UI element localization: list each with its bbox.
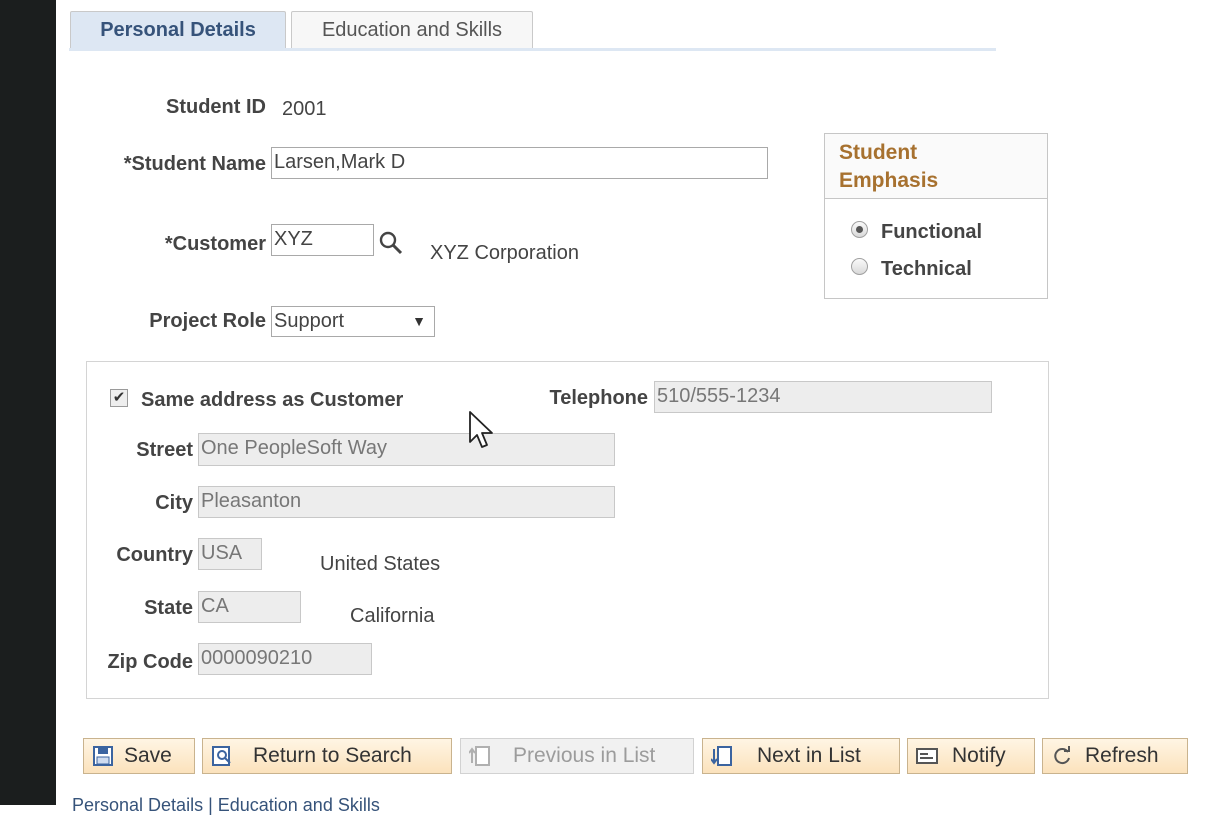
student-name-input[interactable]: Larsen,Mark D [271,147,768,179]
save-label: Save [124,744,172,767]
state-label: State [144,597,193,619]
previous-in-list-icon [469,746,490,766]
refresh-label: Refresh [1085,744,1159,767]
same-address-label[interactable]: Same address as Customer [141,389,403,412]
next-in-list-label: Next in List [757,744,861,767]
project-role-value: Support [274,310,345,332]
student-emphasis-group: Student Emphasis Functional Technical [824,133,1048,299]
mouse-cursor-icon [468,410,494,452]
return-to-search-icon [212,746,231,766]
chevron-down-icon: ▼ [412,313,426,329]
floppy-disk-icon [93,746,113,766]
country-input[interactable]: USA [198,538,262,570]
city-input[interactable]: Pleasanton [198,486,615,518]
footer-page-links[interactable]: Personal Details | Education and Skills [72,795,380,816]
previous-in-list-label: Previous in List [513,744,656,767]
zip-code-input[interactable]: 0000090210 [198,643,372,675]
tab-underline [69,48,996,51]
student-id-value: 2001 [282,98,327,120]
radio-technical[interactable] [851,258,868,275]
radio-technical-label[interactable]: Technical [881,258,972,281]
state-description: California [350,605,435,627]
return-to-search-label: Return to Search [253,744,412,767]
notify-button[interactable]: Notify [907,738,1035,774]
left-dark-bar [0,0,56,805]
state-input[interactable]: CA [198,591,301,623]
tab-personal-details[interactable]: Personal Details [70,11,286,49]
same-address-checkbox[interactable]: ✔ [110,389,128,407]
student-name-label: *Student Name [123,153,266,175]
next-in-list-icon [711,746,732,766]
country-description: United States [320,553,441,575]
notify-icon [916,748,938,764]
customer-description: XYZ Corporation [430,242,579,264]
radio-functional[interactable] [851,221,868,238]
customer-label: *Customer [164,233,266,255]
previous-in-list-button[interactable]: Previous in List [460,738,694,774]
tab-education-and-skills[interactable]: Education and Skills [291,11,533,49]
street-label: Street [136,439,193,461]
project-role-label: Project Role [149,310,266,332]
refresh-button[interactable]: Refresh [1042,738,1188,774]
project-role-select[interactable]: Support ▼ [271,306,435,337]
next-in-list-button[interactable]: Next in List [702,738,900,774]
radio-functional-label[interactable]: Functional [881,221,982,244]
telephone-label: Telephone [549,387,648,409]
student-id-label: Student ID [166,96,266,118]
street-input[interactable]: One PeopleSoft Way [198,433,615,466]
checkmark-icon: ✔ [112,389,126,406]
lookup-icon[interactable] [378,230,404,256]
refresh-icon [1054,746,1070,765]
customer-input[interactable]: XYZ [271,224,374,256]
country-label: Country [116,544,193,566]
student-emphasis-header: Student Emphasis [825,134,1047,199]
return-to-search-button[interactable]: Return to Search [202,738,452,774]
save-button[interactable]: Save [83,738,195,774]
notify-label: Notify [952,744,1006,767]
telephone-input[interactable]: 510/555-1234 [654,381,992,413]
zip-code-label: Zip Code [107,651,193,673]
student-emphasis-title: Student Emphasis [839,141,939,192]
city-label: City [155,492,193,514]
